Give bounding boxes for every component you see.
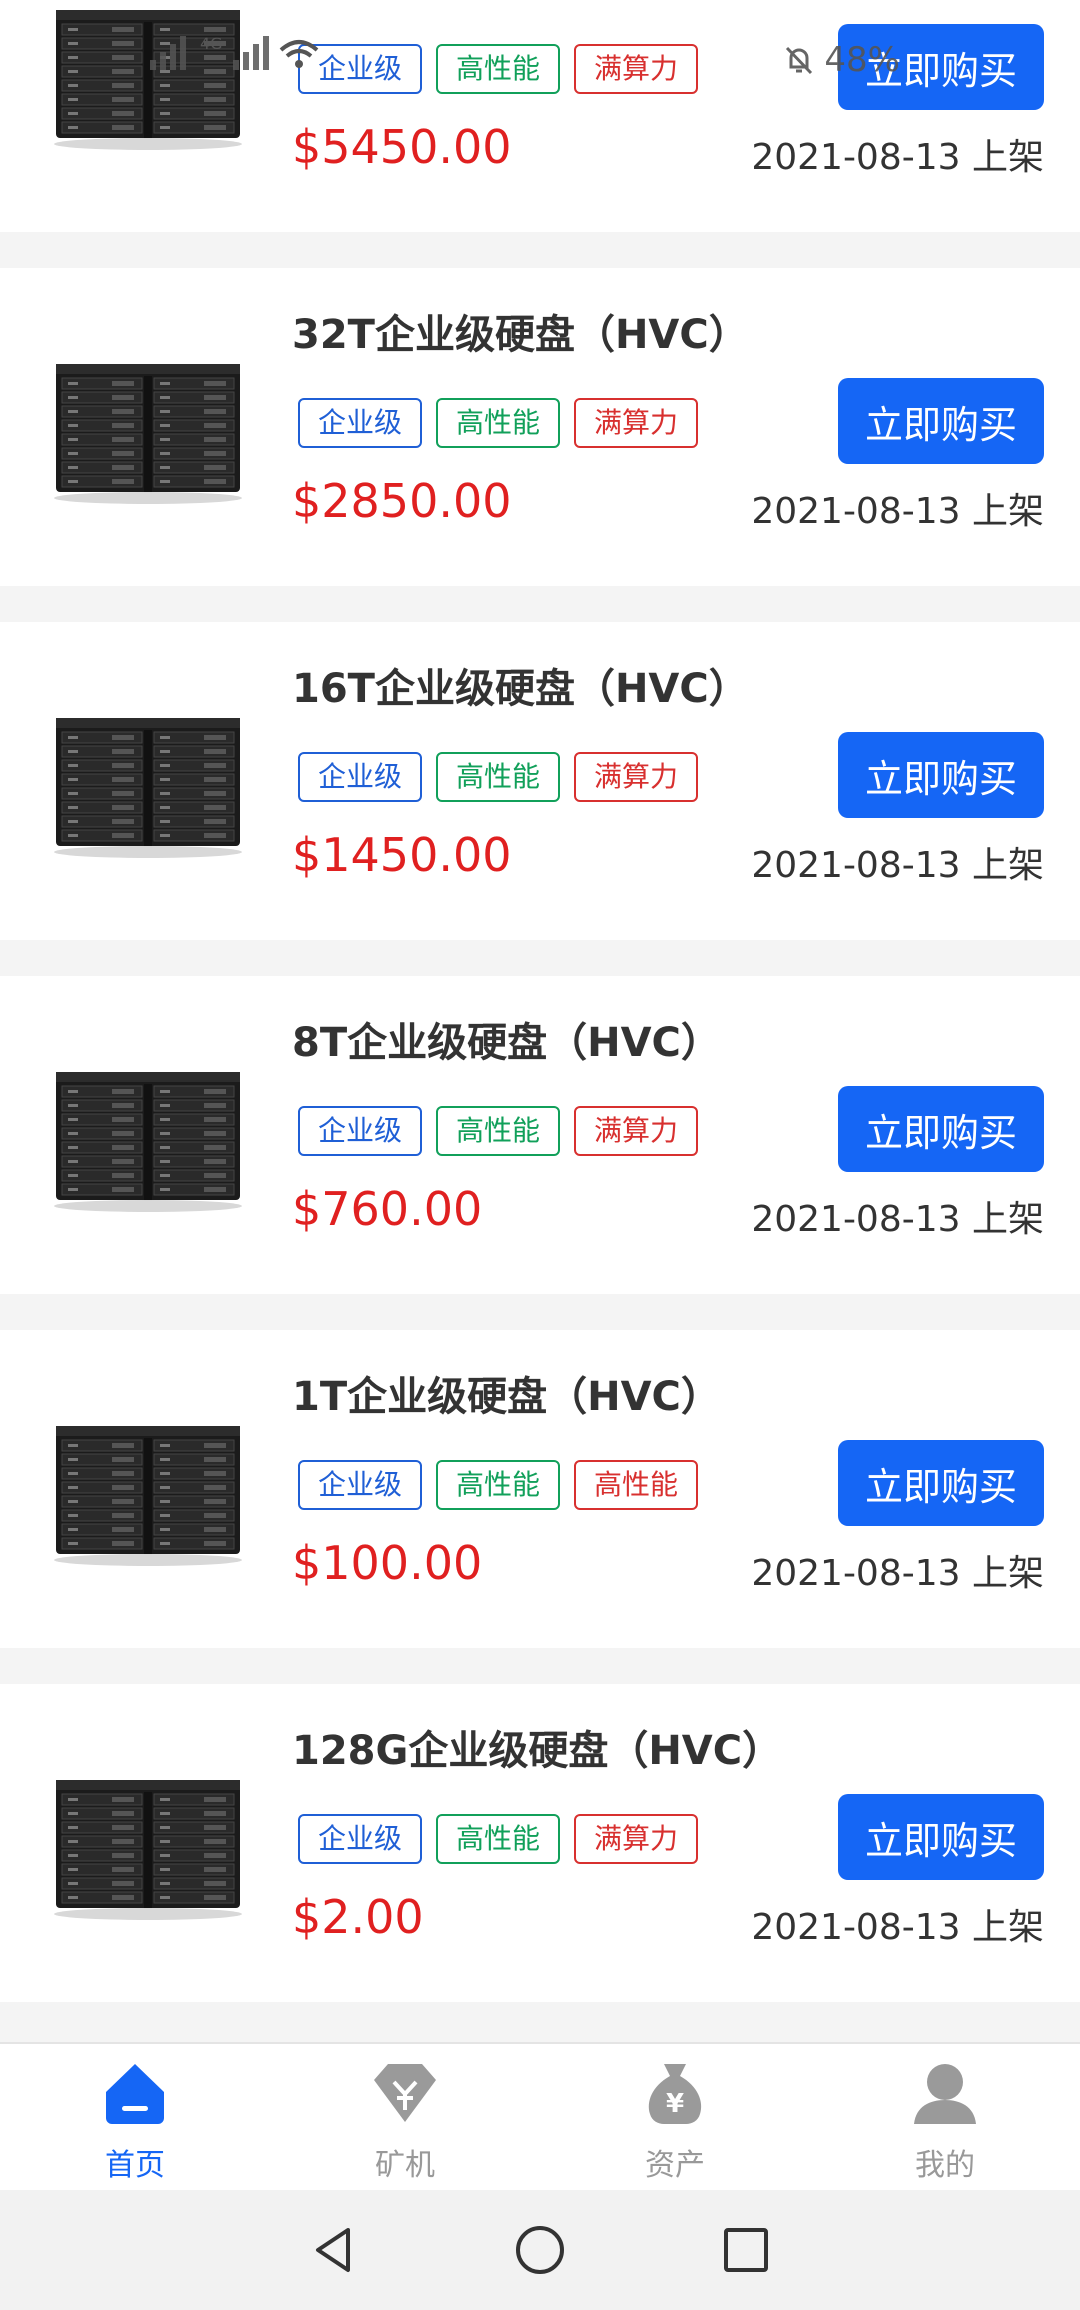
buy-now-button[interactable]: 立即购买 xyxy=(838,378,1044,464)
tag-performance: 高性能 xyxy=(436,752,561,802)
tab-label: 我的 xyxy=(915,2148,975,2183)
tag-hashrate: 满算力 xyxy=(574,44,699,94)
drive-bay-illustration xyxy=(54,1780,242,1920)
listing-date: 2021-08-13 上架 xyxy=(751,137,1044,178)
tag-enterprise: 企业级 xyxy=(298,1814,423,1864)
product-image xyxy=(52,1420,244,1568)
tag-group: 企业级 高性能 高性能 xyxy=(298,1460,699,1510)
product-card[interactable]: 16T企业级硬盘（HVC） 企业级 高性能 满算力 $1450.00 2021-… xyxy=(0,622,1080,940)
product-name: 16T企业级硬盘（HVC） xyxy=(292,666,749,712)
tag-enterprise: 企业级 xyxy=(298,1460,423,1510)
product-price: $100.00 xyxy=(292,1536,483,1590)
product-name: 8T企业级硬盘（HVC） xyxy=(292,1020,721,1066)
tag-performance: 高性能 xyxy=(436,1460,561,1510)
product-image xyxy=(52,1774,244,1922)
product-image xyxy=(52,1066,244,1214)
product-image xyxy=(52,712,244,860)
buy-now-button[interactable]: 立即购买 xyxy=(838,1794,1044,1880)
product-name: 128G企业级硬盘（HVC） xyxy=(292,1728,783,1774)
svg-text:¥: ¥ xyxy=(666,2089,684,2119)
bottom-tab-bar: 首页 矿机 ¥ 资产 我的 xyxy=(0,2042,1080,2190)
drive-bay-illustration xyxy=(54,10,242,150)
tab-home[interactable]: 首页 xyxy=(0,2044,270,2190)
tag-performance: 高性能 xyxy=(436,398,561,448)
tag-hashrate: 高性能 xyxy=(574,1460,699,1510)
recents-icon[interactable] xyxy=(718,2222,774,2278)
tag-group: 企业级 高性能 满算力 xyxy=(298,752,699,802)
tag-enterprise: 企业级 xyxy=(298,752,423,802)
tab-label: 首页 xyxy=(105,2148,165,2183)
listing-date: 2021-08-13 上架 xyxy=(751,845,1044,886)
buy-now-button[interactable]: 立即购买 xyxy=(838,732,1044,818)
product-image xyxy=(52,4,244,152)
product-card[interactable]: 32T企业级硬盘（HVC） 企业级 高性能 满算力 $2850.00 2021-… xyxy=(0,268,1080,586)
listing-date: 2021-08-13 上架 xyxy=(751,1199,1044,1240)
product-card[interactable]: 1T企业级硬盘（HVC） 企业级 高性能 高性能 $100.00 2021-08… xyxy=(0,1330,1080,1648)
tab-label: 资产 xyxy=(645,2148,705,2183)
buy-now-button[interactable]: 立即购买 xyxy=(838,1086,1044,1172)
product-price: $2.00 xyxy=(292,1890,424,1944)
buy-now-button[interactable]: 立即购买 xyxy=(838,1440,1044,1526)
tab-profile[interactable]: 我的 xyxy=(810,2044,1080,2190)
tag-enterprise: 企业级 xyxy=(298,44,423,94)
listing-date: 2021-08-13 上架 xyxy=(751,491,1044,532)
system-navigation-bar xyxy=(0,2190,1080,2310)
tag-group: 企业级 高性能 满算力 xyxy=(298,44,699,94)
home-icon xyxy=(106,2064,164,2124)
tab-miner[interactable]: 矿机 xyxy=(270,2044,540,2190)
drive-bay-illustration xyxy=(54,364,242,504)
tag-performance: 高性能 xyxy=(436,1106,561,1156)
home-circle-icon[interactable] xyxy=(512,2222,568,2278)
tag-group: 企业级 高性能 满算力 xyxy=(298,1106,699,1156)
tab-assets[interactable]: ¥ 资产 xyxy=(540,2044,810,2190)
product-card[interactable]: 企业级 高性能 满算力 $5450.00 2021-08-13 上架 立即购买 xyxy=(0,0,1080,232)
drive-bay-illustration xyxy=(54,1426,242,1566)
product-image xyxy=(52,358,244,506)
product-price: $760.00 xyxy=(292,1182,483,1236)
product-price: $5450.00 xyxy=(292,120,512,174)
tag-hashrate: 满算力 xyxy=(574,398,699,448)
listing-date: 2021-08-13 上架 xyxy=(751,1553,1044,1594)
diamond-icon xyxy=(374,2064,436,2122)
back-icon[interactable] xyxy=(306,2222,362,2278)
tag-hashrate: 满算力 xyxy=(574,1814,699,1864)
tab-label: 矿机 xyxy=(375,2148,435,2183)
buy-now-button[interactable]: 立即购买 xyxy=(838,24,1044,110)
product-card[interactable]: 128G企业级硬盘（HVC） 企业级 高性能 满算力 $2.00 2021-08… xyxy=(0,1684,1080,2002)
tag-group: 企业级 高性能 满算力 xyxy=(298,398,699,448)
user-icon xyxy=(914,2064,976,2124)
tag-group: 企业级 高性能 满算力 xyxy=(298,1814,699,1864)
product-name: 32T企业级硬盘（HVC） xyxy=(292,312,749,358)
tag-enterprise: 企业级 xyxy=(298,1106,423,1156)
tag-enterprise: 企业级 xyxy=(298,398,423,448)
listing-date: 2021-08-13 上架 xyxy=(751,1907,1044,1948)
drive-bay-illustration xyxy=(54,718,242,858)
drive-bay-illustration xyxy=(54,1072,242,1212)
product-name: 1T企业级硬盘（HVC） xyxy=(292,1374,721,1420)
tag-performance: 高性能 xyxy=(436,44,561,94)
tag-performance: 高性能 xyxy=(436,1814,561,1864)
product-price: $1450.00 xyxy=(292,828,512,882)
product-card[interactable]: 8T企业级硬盘（HVC） 企业级 高性能 满算力 $760.00 2021-08… xyxy=(0,976,1080,1294)
product-price: $2850.00 xyxy=(292,474,512,528)
tag-hashrate: 满算力 xyxy=(574,1106,699,1156)
tag-hashrate: 满算力 xyxy=(574,752,699,802)
money-bag-icon: ¥ xyxy=(648,2064,702,2124)
